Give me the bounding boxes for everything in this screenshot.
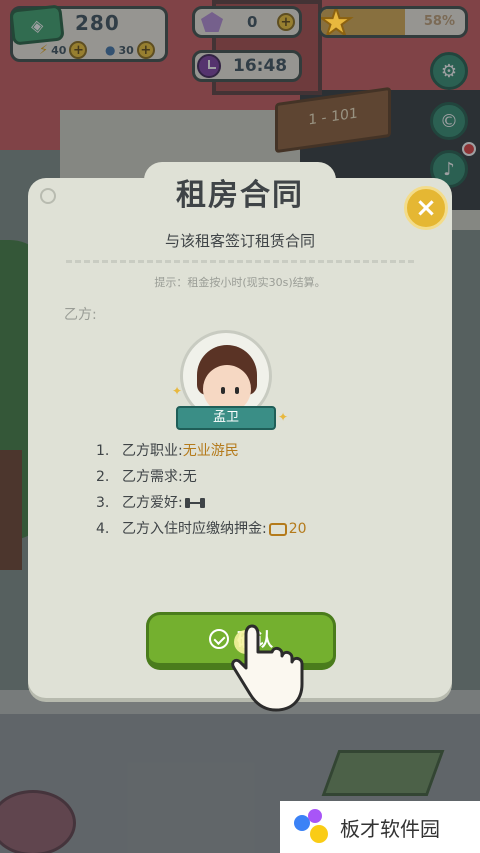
dialog-subtitle: 与该租客签订租赁合同 [164,232,315,250]
star-percent: 58% [423,14,455,29]
term-label: 乙方入住时应缴纳押金: [122,521,267,537]
money-icon [268,522,287,536]
contract-terms: 1. 乙方职业: 无业游民 2. 乙方需求: 无 3. 乙方爱好: 4. 乙方入… [96,438,307,542]
close-icon: × [415,193,437,223]
term-label: 乙方爱好: [122,495,183,511]
term-number: 4. [96,521,110,537]
party-b-label: 乙方: [64,307,97,323]
rent-hint: 提示：租金按小时(现实30s)结算。 [154,276,326,289]
term-number: 1. [96,443,110,459]
term-label: 乙方需求: [122,469,183,485]
dialog-title: 租房合同 [176,178,304,213]
sparkle-icon: ✦ [278,410,289,424]
dashed-divider [66,260,414,263]
star-icon: ★ [319,6,354,38]
term-needs: 2. 乙方需求: 无 [96,464,307,490]
term-deposit: 4. 乙方入住时应缴纳押金: 20 [96,516,307,542]
term-value: 无业游民 [182,443,239,459]
avatar-eye [221,387,225,394]
sparkle-icon: ✦ [172,384,183,398]
check-icon [209,629,229,649]
deposit-value: 20 [288,521,307,537]
dumbbell-icon [184,498,205,508]
tenant-name: 孟卫 [176,406,276,430]
term-number: 3. [96,495,110,511]
watermark-text: 板才软件园 [340,816,440,841]
watermark-logo [294,809,330,845]
term-value: 无 [182,469,197,485]
watermark: 板才软件园 [280,801,480,853]
term-hobby: 3. 乙方爱好: [96,490,307,516]
term-number: 2. [96,469,110,485]
term-occupation: 1. 乙方职业: 无业游民 [96,438,307,464]
avatar-eye [235,387,239,394]
term-label: 乙方职业: [122,443,183,459]
close-button[interactable]: × [404,186,448,230]
pointing-hand-icon [231,624,304,712]
